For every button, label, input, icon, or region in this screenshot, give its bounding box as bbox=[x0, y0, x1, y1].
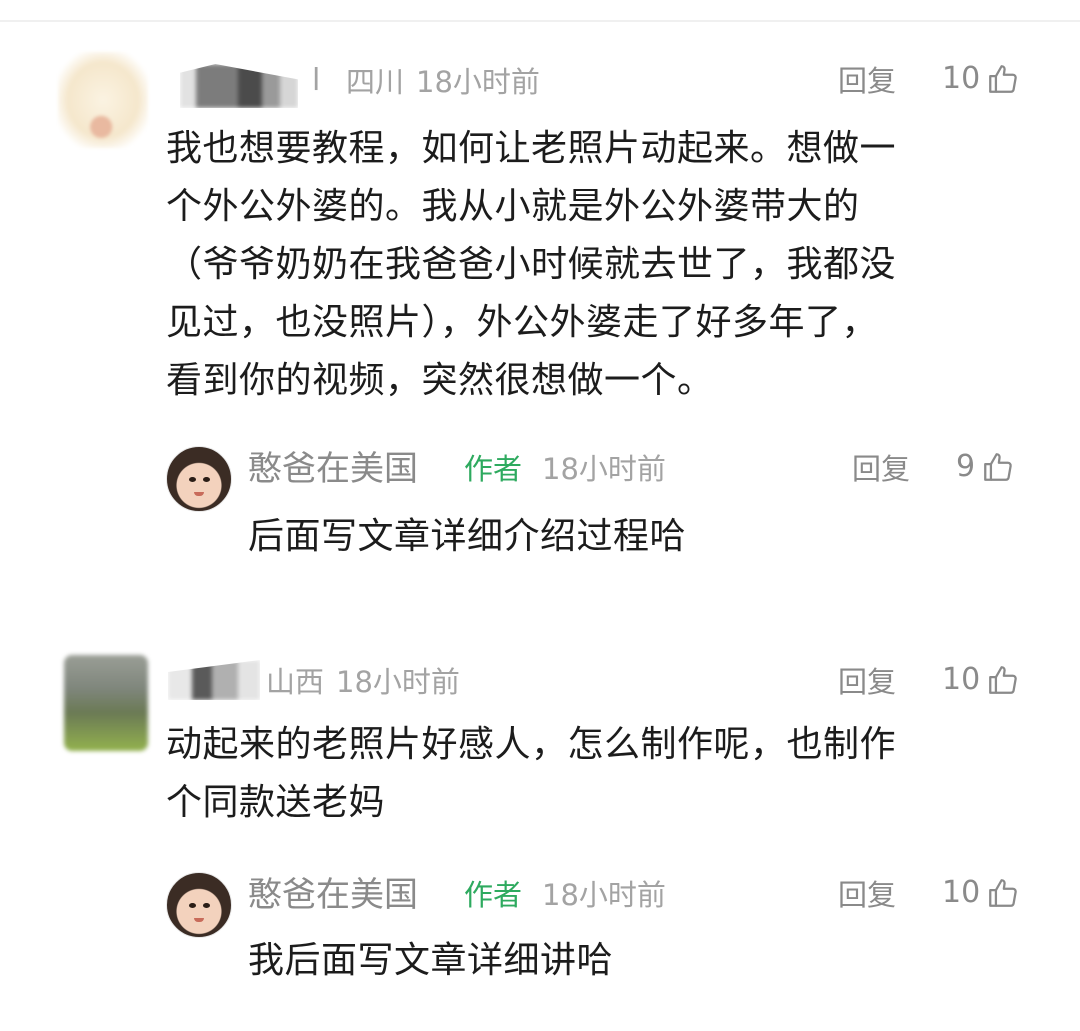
avatar[interactable] bbox=[64, 655, 148, 751]
like-button[interactable]: 9 bbox=[956, 450, 1015, 484]
author-avatar[interactable] bbox=[166, 872, 232, 938]
author-badge: 作者 bbox=[464, 878, 523, 912]
comment-text: 我也想要教程，如何让老照片动起来。想做一 个外公外婆的。我从小就是外公外婆带大的… bbox=[166, 120, 1026, 410]
comment-line: 看到你的视频，突然很想做一个。 bbox=[166, 360, 714, 401]
author-badge: 作者 bbox=[464, 452, 523, 486]
comment-line: 个同款送老妈 bbox=[166, 782, 386, 823]
avatar[interactable] bbox=[58, 52, 148, 148]
thumbs-up-icon bbox=[989, 879, 1017, 907]
comment-line: 我也想要教程，如何让老照片动起来。想做一 bbox=[166, 128, 897, 169]
username-tail: l bbox=[312, 63, 321, 98]
comment-line: 动起来的老照片好感人，怎么制作呢，也制作 bbox=[166, 724, 897, 765]
location-label: 山西 bbox=[266, 665, 325, 699]
comment-meta: 四川 18小时前 bbox=[346, 68, 540, 97]
thumbs-up-icon bbox=[989, 65, 1017, 93]
like-button[interactable]: 10 bbox=[942, 876, 1020, 910]
like-button[interactable]: 10 bbox=[942, 62, 1020, 96]
author-name[interactable]: 憨爸在美国 bbox=[248, 878, 418, 912]
reply-text: 我后面写文章详细讲哈 bbox=[248, 940, 614, 981]
location-label: 四川 bbox=[346, 65, 405, 99]
like-button[interactable]: 10 bbox=[942, 663, 1020, 697]
timestamp: 18小时前 bbox=[336, 665, 460, 699]
timestamp: 18小时前 bbox=[416, 65, 540, 99]
reply-button[interactable]: 回复 bbox=[852, 455, 910, 484]
comment-text: 动起来的老照片好感人，怎么制作呢，也制作 个同款送老妈 bbox=[166, 716, 1026, 832]
author-avatar[interactable] bbox=[166, 446, 232, 512]
comment-meta: 山西 18小时前 bbox=[266, 668, 460, 697]
reply-button[interactable]: 回复 bbox=[838, 67, 896, 96]
thumbs-up-icon bbox=[989, 666, 1017, 694]
thumbs-up-icon bbox=[984, 453, 1012, 481]
reply-button[interactable]: 回复 bbox=[838, 668, 896, 697]
timestamp: 18小时前 bbox=[542, 878, 666, 912]
comment-line: 个外公外婆的。我从小就是外公外婆带大的 bbox=[166, 186, 860, 227]
comment-line: 见过，也没照片），外公外婆走了好多年了， bbox=[166, 302, 879, 343]
top-divider bbox=[0, 20, 1080, 22]
author-name[interactable]: 憨爸在美国 bbox=[248, 452, 418, 486]
like-count: 10 bbox=[942, 875, 981, 910]
like-count: 10 bbox=[942, 61, 981, 96]
timestamp: 18小时前 bbox=[542, 452, 666, 486]
comment-line: （爷爷奶奶在我爸爸小时候就去世了，我都没 bbox=[166, 244, 897, 285]
blurred-username[interactable] bbox=[180, 64, 298, 108]
like-count: 10 bbox=[942, 662, 981, 697]
like-count: 9 bbox=[956, 449, 976, 484]
blurred-username[interactable] bbox=[168, 660, 260, 700]
reply-text: 后面写文章详细介绍过程哈 bbox=[248, 516, 687, 557]
reply-button[interactable]: 回复 bbox=[838, 881, 896, 910]
